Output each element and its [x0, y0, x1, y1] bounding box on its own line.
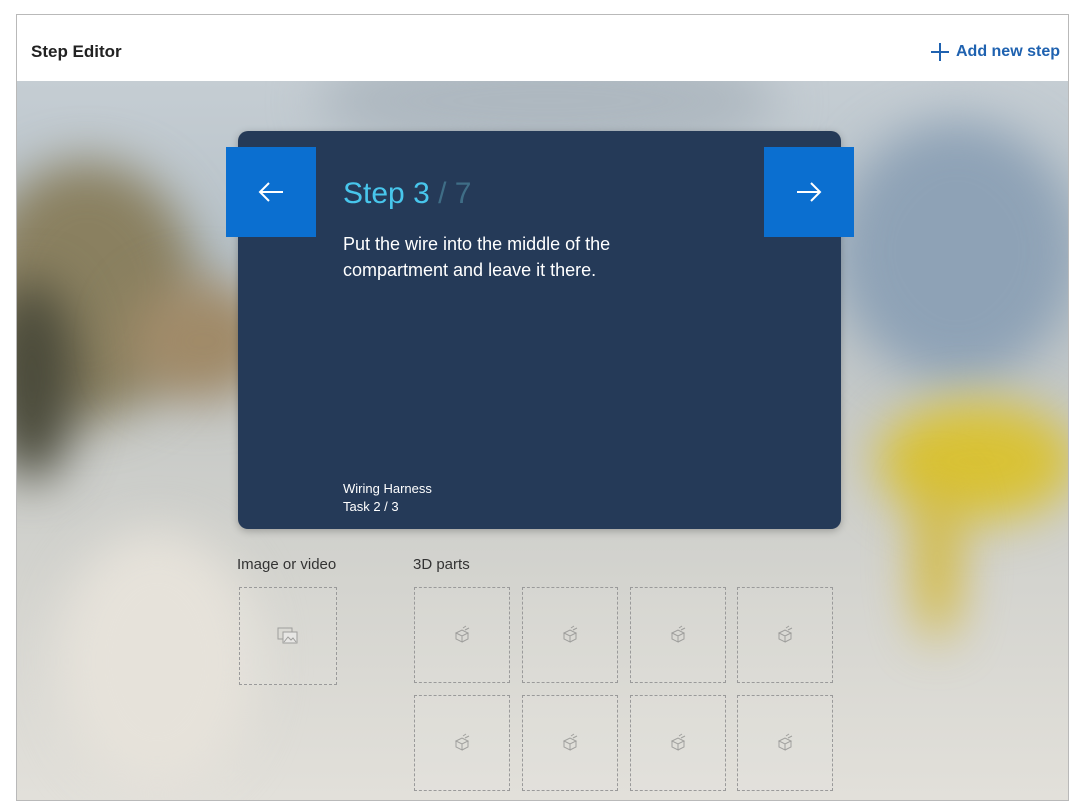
background-blur [877, 401, 1068, 521]
3d-parts-label: 3D parts [413, 556, 470, 573]
step-card: Step 3 / 7 Put the wire into the middle … [238, 131, 841, 529]
task-info: Wiring Harness Task 2 / 3 [343, 480, 432, 516]
arrow-right-icon [797, 182, 822, 202]
image-or-video-slot[interactable] [239, 587, 337, 685]
next-step-button[interactable] [764, 147, 854, 237]
add-new-step-button[interactable]: Add new step [930, 43, 1060, 61]
arrow-left-icon [258, 182, 283, 202]
current-step: 3 [413, 177, 430, 210]
total-steps: 7 [454, 177, 472, 210]
cube-icon [454, 733, 470, 751]
step-separator: / [438, 177, 447, 210]
header: Step Editor Add new step [17, 15, 1068, 81]
image-or-video-label: Image or video [237, 556, 337, 573]
background-blur [57, 531, 257, 791]
background-blur [837, 121, 1068, 381]
plus-icon [930, 43, 949, 61]
image-icon [277, 627, 298, 644]
3d-part-slot-1[interactable] [414, 587, 510, 683]
3d-part-slot-5[interactable] [414, 695, 510, 791]
3d-part-slot-7[interactable] [630, 695, 726, 791]
task-name: Wiring Harness [343, 481, 432, 496]
3d-part-slot-2[interactable] [522, 587, 618, 683]
3d-part-slot-6[interactable] [522, 695, 618, 791]
task-progress: Task 2 / 3 [343, 499, 399, 514]
previous-step-button[interactable] [226, 147, 316, 237]
cube-icon [670, 733, 686, 751]
step-instruction[interactable]: Put the wire into the middle of the comp… [343, 231, 683, 283]
cube-icon [777, 625, 793, 643]
background-blur [917, 481, 957, 641]
cube-icon [562, 625, 578, 643]
step-counter: Step 3 / 7 [343, 177, 471, 211]
cube-icon [670, 625, 686, 643]
3d-part-slot-8[interactable] [737, 695, 833, 791]
step-editor-window: Step Editor Add new step Step 3 / 7 Put … [16, 14, 1069, 801]
page-title: Step Editor [31, 42, 122, 61]
3d-part-slot-3[interactable] [630, 587, 726, 683]
3d-part-slot-4[interactable] [737, 587, 833, 683]
cube-icon [562, 733, 578, 751]
background-scene: Step 3 / 7 Put the wire into the middle … [17, 81, 1068, 800]
cube-icon [454, 625, 470, 643]
step-prefix: Step [343, 177, 405, 210]
cube-icon [777, 733, 793, 751]
add-new-step-label: Add new step [955, 43, 1060, 60]
